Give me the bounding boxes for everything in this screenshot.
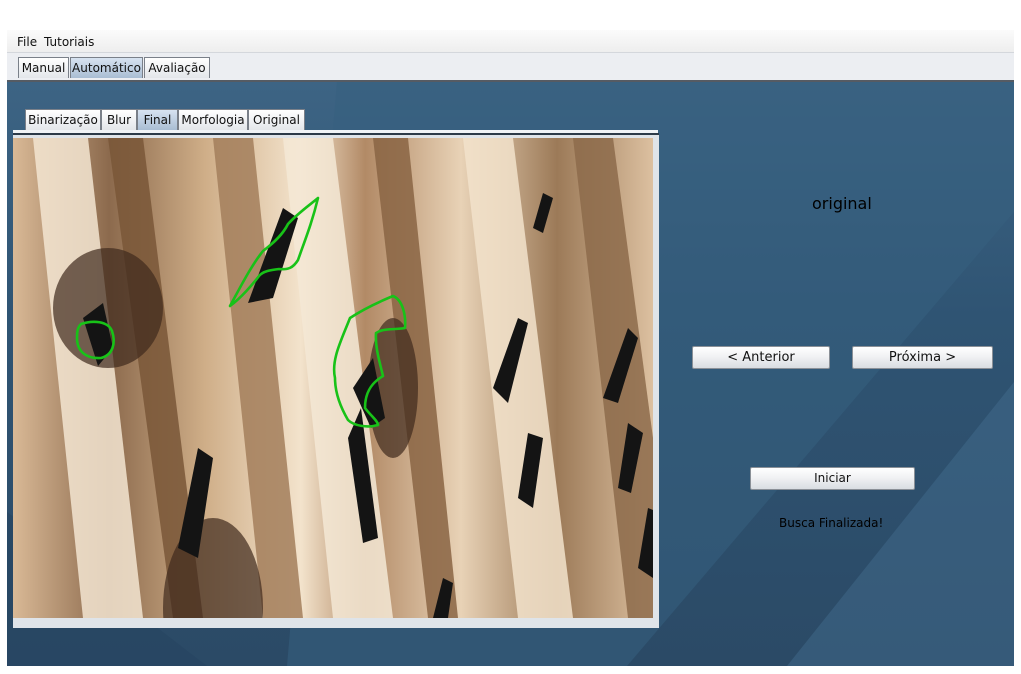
next-button[interactable]: Próxima > [852,346,993,369]
tab-avaliacao[interactable]: Avaliação [144,57,210,78]
status-label: Busca Finalizada! [779,516,884,530]
menu-tutorials[interactable]: Tutoriais [44,35,94,49]
previous-button[interactable]: < Anterior [692,346,830,369]
start-button[interactable]: Iniciar [750,467,915,490]
content-area: Binarização Blur Final Morfologia Origin… [7,82,1014,666]
application-window: File Tutoriais Manual Automático Avaliaç… [7,30,1014,666]
main-tab-bar: Manual Automático Avaliação [7,52,1014,83]
tab-original[interactable]: Original [248,109,305,130]
microscope-image [13,138,653,618]
menu-bar: File Tutoriais [7,30,1014,52]
tab-manual[interactable]: Manual [18,57,69,78]
image-tab-bar: Binarização Blur Final Morfologia Origin… [13,108,658,133]
tab-binarizacao[interactable]: Binarização [25,109,101,130]
tab-automatico[interactable]: Automático [70,57,143,78]
tab-blur[interactable]: Blur [101,109,137,130]
tab-morfologia[interactable]: Morfologia [178,109,248,130]
menu-file[interactable]: File [17,35,37,49]
image-panel [13,133,659,628]
tab-final[interactable]: Final [137,109,178,130]
image-name-label: original [812,194,872,213]
leaf-surface-image [13,138,653,618]
